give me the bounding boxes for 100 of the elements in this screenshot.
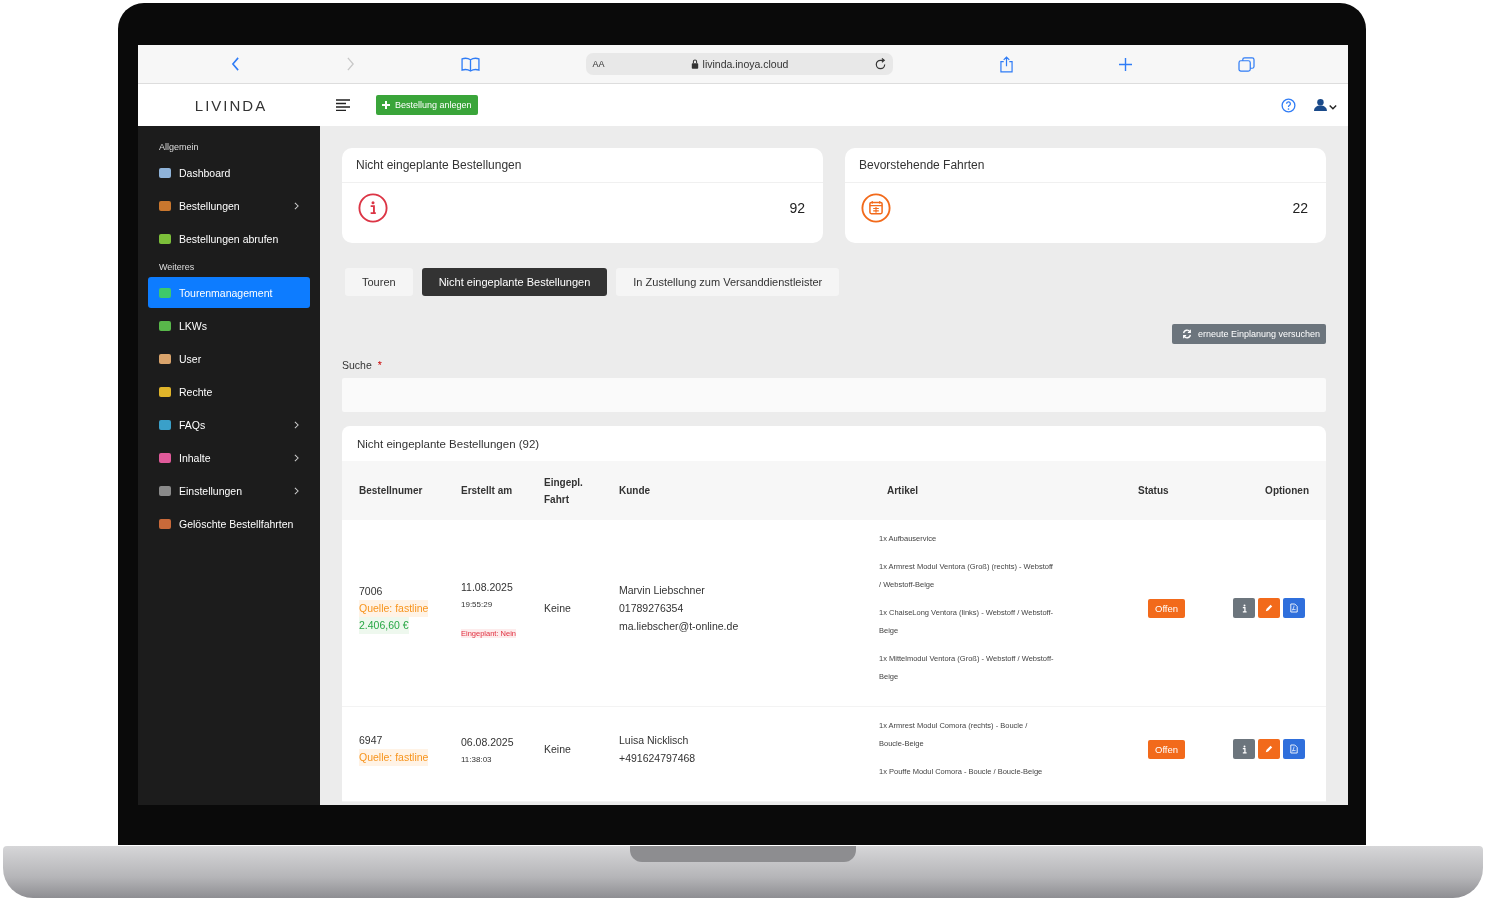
lock-icon: [690, 59, 699, 69]
info-icon: [1241, 603, 1247, 613]
pencil-icon: [1265, 745, 1273, 753]
card-value: 22: [1292, 200, 1308, 216]
created-time: 19:55:29: [461, 599, 493, 609]
sidebar-item[interactable]: Dashboard: [148, 157, 310, 188]
sidebar-item[interactable]: Tourenmanagement: [148, 277, 310, 308]
document-icon: [1290, 744, 1298, 754]
sidebar-heading: Allgemein: [158, 141, 200, 154]
info-button[interactable]: [1233, 598, 1255, 618]
customer-detail: Marvin Liebschner: [619, 583, 705, 598]
logo: LIVINDA: [194, 96, 268, 114]
square-icon: [159, 385, 171, 398]
retry-button[interactable]: erneute Einplanung versuchen: [1171, 324, 1326, 344]
column-header: Kunde: [618, 484, 652, 498]
sidebar-item-label: Dashboard: [179, 166, 232, 179]
square-icon: [159, 319, 171, 332]
plus-icon[interactable]: [1118, 57, 1132, 71]
sidebar-item-label: Einstellungen: [179, 484, 244, 497]
help-icon[interactable]: [1281, 97, 1296, 113]
calendar-icon: [861, 193, 891, 223]
card-value: 92: [789, 200, 805, 216]
user-menu-icon[interactable]: [1314, 97, 1338, 113]
edit-button[interactable]: [1258, 739, 1280, 759]
sidebar-item[interactable]: Rechte: [148, 376, 310, 407]
required-asterisk: *: [377, 359, 382, 371]
column-header: Optionen: [1264, 484, 1310, 498]
sidebar-item[interactable]: Bestellungen abrufen: [148, 223, 310, 254]
tab[interactable]: Nicht eingeplante Bestellungen: [421, 268, 608, 296]
customer-detail: +491624797468: [619, 751, 696, 766]
url-text: livinda.inoya.cloud: [702, 58, 789, 70]
square-icon: [159, 517, 171, 530]
column-header: Eingepl. Fahrt: [543, 475, 584, 507]
back-icon[interactable]: [231, 57, 241, 71]
sidebar-item[interactable]: Bestellungen: [148, 190, 310, 221]
sidebar-item-label: LKWs: [179, 319, 208, 332]
table-title: Nicht eingeplante Bestellungen (92): [356, 437, 541, 452]
pencil-icon: [1265, 604, 1273, 612]
customer-detail: 01789276354: [619, 601, 684, 616]
info-icon: [358, 193, 388, 223]
square-icon: [159, 232, 171, 245]
document-icon: [1290, 603, 1298, 613]
square-icon: [159, 484, 171, 497]
source-tag: Quelle: fastline: [359, 599, 429, 617]
text-size-button[interactable]: AA: [592, 59, 605, 69]
square-icon: [159, 352, 171, 365]
sidebar-item[interactable]: Gelöschte Bestellfahrten: [148, 508, 310, 539]
square-icon: [159, 199, 171, 212]
sidebar-heading: Weiteres: [158, 261, 196, 274]
customer-detail: ma.liebscher@t-online.de: [619, 619, 739, 634]
sidebar-item[interactable]: Inhalte: [148, 442, 310, 473]
trip-cell-text: Keine: [544, 600, 571, 616]
sidebar-item-label: Bestellungen abrufen: [179, 232, 280, 245]
created-time: 11:38:03: [461, 755, 492, 764]
square-icon: [159, 451, 171, 464]
column-header: Status: [1137, 484, 1170, 498]
tabs-icon[interactable]: [1237, 56, 1255, 72]
menu-icon[interactable]: [336, 99, 350, 111]
pdf-button[interactable]: [1283, 739, 1305, 759]
column-header: Erstellt am: [460, 484, 514, 498]
created-date: 06.08.2025: [461, 735, 514, 750]
card-title: Bevorstehende Fahrten: [845, 148, 1326, 183]
address-bar[interactable]: AA livinda.inoya.cloud: [586, 53, 894, 75]
source-tag: Quelle: fastline: [359, 749, 429, 766]
sidebar-item[interactable]: Einstellungen: [148, 475, 310, 506]
column-header: Artikel: [886, 484, 920, 498]
info-button[interactable]: [1233, 739, 1255, 759]
square-icon: [159, 166, 171, 179]
sidebar-item-label: FAQs: [179, 418, 207, 431]
sidebar-item[interactable]: LKWs: [148, 310, 310, 341]
tab[interactable]: In Zustellung zum Versanddienstleister: [616, 268, 840, 296]
info-icon: [1241, 744, 1247, 754]
book-icon[interactable]: [461, 56, 481, 72]
pdf-button[interactable]: [1283, 598, 1305, 618]
share-icon[interactable]: [999, 55, 1013, 73]
card-title: Nicht eingeplante Bestellungen: [342, 148, 823, 183]
status-badge: Offen: [1148, 598, 1186, 618]
square-icon: [159, 418, 171, 431]
sidebar-item-label: Bestellungen: [179, 199, 241, 212]
order-number: 7006: [359, 583, 383, 599]
sidebar-item-label: Inhalte: [179, 451, 212, 464]
column-header: Bestellnumer: [358, 484, 424, 498]
order-number: 6947: [359, 733, 383, 748]
reload-icon[interactable]: [874, 57, 888, 71]
sidebar-item-label: Tourenmanagement: [179, 286, 274, 299]
square-icon: [159, 286, 171, 299]
trip-cell-text: Keine: [544, 741, 571, 757]
status-badge: Offen: [1148, 739, 1186, 759]
tab[interactable]: Touren: [345, 268, 413, 296]
sidebar-item-label: Rechte: [179, 385, 214, 398]
sidebar-item[interactable]: FAQs: [148, 409, 310, 440]
created-date: 11.08.2025: [461, 579, 513, 595]
sidebar-item[interactable]: User: [148, 343, 310, 374]
refresh-icon: [1181, 329, 1192, 339]
plus-icon: [382, 101, 390, 109]
search-label: Suche: [342, 359, 372, 371]
customer-detail: Luisa Nicklisch: [619, 733, 689, 748]
edit-button[interactable]: [1258, 598, 1280, 618]
sidebar-item-label: Gelöschte Bestellfahrten: [179, 517, 295, 530]
sidebar-item-label: User: [179, 352, 203, 365]
